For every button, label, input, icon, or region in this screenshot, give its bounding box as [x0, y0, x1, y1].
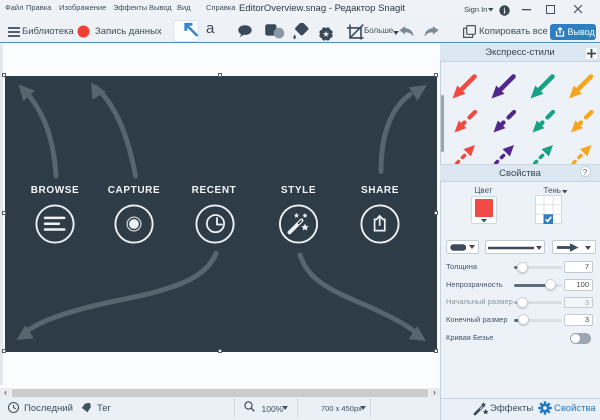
- svg-text:STYLE: STYLE: [281, 185, 316, 196]
- svg-text:CAPTURE: CAPTURE: [108, 185, 161, 196]
- svg-text:BROWSE: BROWSE: [31, 185, 80, 196]
- svg-text:RECENT: RECENT: [192, 185, 237, 196]
- svg-text:SHARE: SHARE: [361, 185, 399, 196]
